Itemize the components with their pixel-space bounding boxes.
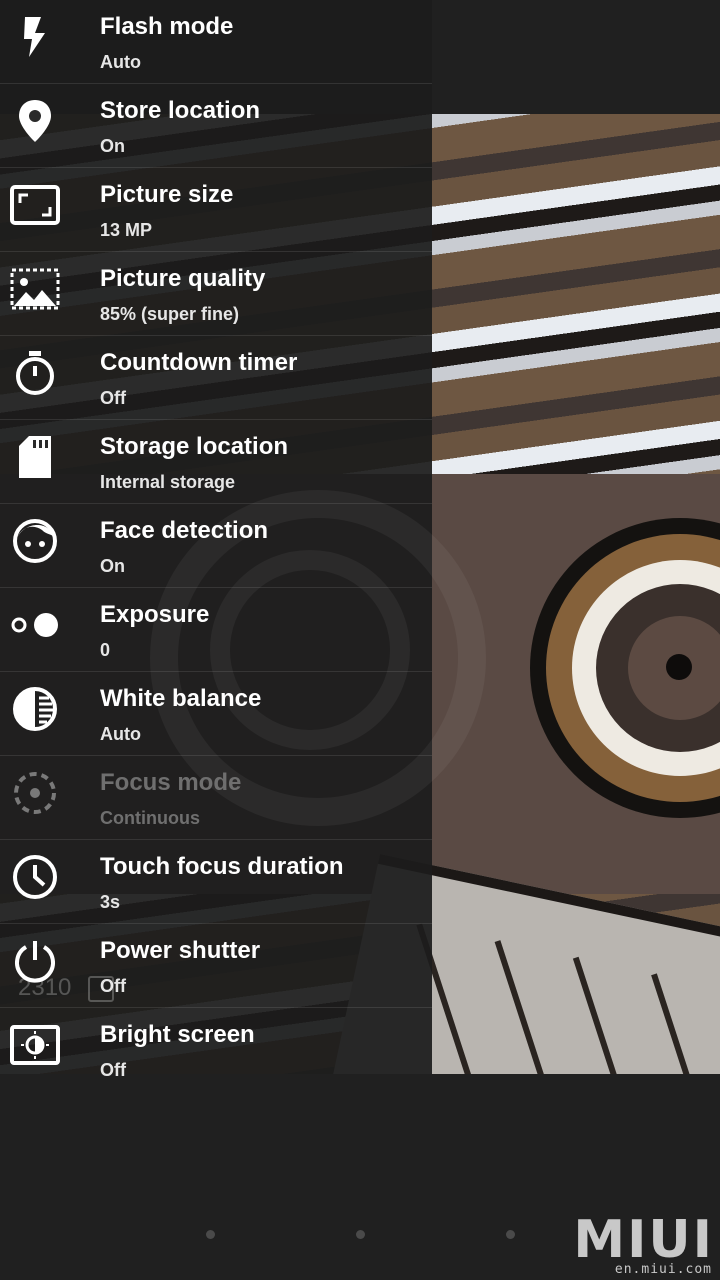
setting-title: Touch focus duration (100, 853, 344, 880)
setting-title: Flash mode (100, 13, 234, 40)
setting-focus-mode: Focus mode Continuous (0, 756, 432, 840)
setting-value: On (100, 136, 125, 156)
setting-value: 85% (super fine) (100, 304, 240, 324)
bright-screen-icon (10, 1020, 60, 1070)
setting-value: Continuous (100, 808, 200, 828)
face-icon (10, 516, 60, 566)
setting-title: Exposure (100, 601, 210, 628)
setting-value: Auto (100, 52, 141, 72)
setting-title: Face detection (100, 517, 269, 544)
setting-bright-screen[interactable]: Bright screen Off (0, 1008, 432, 1080)
setting-title: Focus mode (100, 769, 242, 796)
camera-settings-panel: Flash mode Auto Store location On Pictur… (0, 0, 486, 1080)
page-indicator-dot (356, 1230, 365, 1239)
setting-title: White balance (100, 685, 262, 712)
setting-store-location[interactable]: Store location On (0, 84, 432, 168)
clock-icon (10, 852, 60, 902)
setting-value: 0 (100, 640, 111, 660)
setting-touch-focus-duration[interactable]: Touch focus duration 3s (0, 840, 432, 924)
gallery-icon (88, 976, 114, 1002)
focus-icon (10, 768, 60, 818)
watermark-site: en.miui.com (614, 1262, 712, 1277)
picture-quality-icon (10, 264, 60, 314)
setting-value: Internal storage (100, 472, 236, 492)
flash-icon (10, 12, 60, 62)
photo-count: 2310 (18, 974, 72, 1001)
watermark-logo: MIUI (573, 1210, 714, 1270)
setting-title: Storage location (100, 433, 289, 460)
setting-value: 13 MP (100, 220, 153, 240)
white-balance-icon (10, 684, 60, 734)
setting-value: Auto (100, 724, 141, 744)
setting-value: Off (100, 1060, 126, 1080)
page-indicator-dot (206, 1230, 215, 1239)
setting-title: Picture quality (100, 265, 266, 292)
setting-picture-quality[interactable]: Picture quality 85% (super fine) (0, 252, 432, 336)
setting-title: Picture size (100, 181, 234, 208)
setting-storage-location[interactable]: Storage location Internal storage (0, 420, 432, 504)
page-indicator-dot (506, 1230, 515, 1239)
sd-card-icon (10, 432, 60, 482)
preview-fabric-circle (666, 654, 692, 680)
setting-exposure[interactable]: Exposure 0 (0, 588, 432, 672)
setting-title: Countdown timer (100, 349, 298, 376)
location-pin-icon (10, 96, 60, 146)
setting-title: Store location (100, 97, 261, 124)
setting-value: Off (100, 388, 126, 408)
stopwatch-icon (10, 348, 60, 398)
setting-flash-mode[interactable]: Flash mode Auto (0, 0, 432, 84)
picture-size-icon (10, 180, 60, 230)
setting-white-balance[interactable]: White balance Auto (0, 672, 432, 756)
setting-value: On (100, 556, 125, 576)
exposure-icon (10, 600, 60, 650)
setting-picture-size[interactable]: Picture size 13 MP (0, 168, 432, 252)
setting-countdown-timer[interactable]: Countdown timer Off (0, 336, 432, 420)
setting-title: Power shutter (100, 937, 261, 964)
setting-title: Bright screen (100, 1021, 255, 1048)
setting-face-detection[interactable]: Face detection On (0, 504, 432, 588)
setting-value: 3s (100, 892, 121, 912)
